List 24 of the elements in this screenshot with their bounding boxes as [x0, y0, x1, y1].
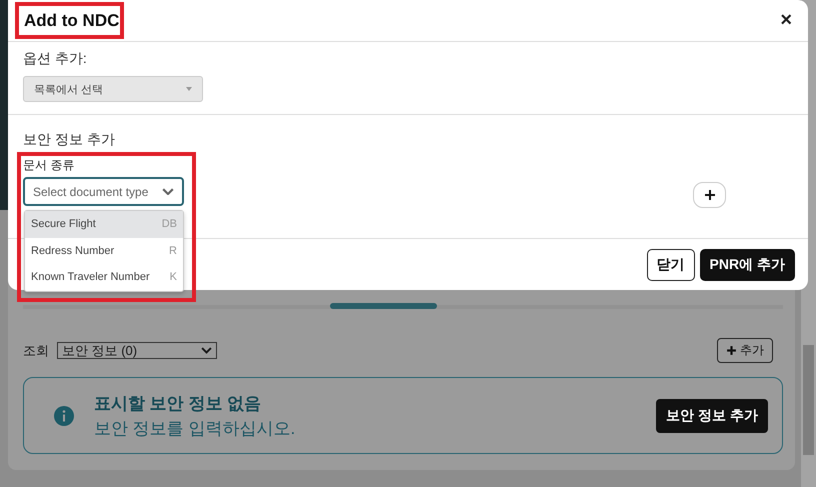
options-label: 옵션 추가: [23, 50, 88, 68]
info-icon [54, 406, 74, 426]
plus-icon [704, 190, 714, 200]
view-label: 조회 [23, 342, 49, 360]
dropdown-option[interactable]: Redress Number R [25, 238, 183, 264]
add-button[interactable]: 추가 [717, 338, 773, 363]
dropdown-option[interactable]: Known Traveler Number K [25, 264, 183, 290]
add-to-pnr-button[interactable]: PNR에 추가 [700, 248, 795, 280]
document-type-select[interactable]: Select document type [23, 177, 184, 206]
chevron-icon [201, 347, 212, 354]
add-row-button[interactable] [693, 182, 726, 208]
add-security-info-button[interactable]: 보안 정보 추가 [656, 398, 768, 432]
close-dialog-button[interactable]: 닫기 [646, 248, 695, 280]
empty-state-title: 표시할 보안 정보 없음 [94, 392, 262, 414]
options-select[interactable]: 목록에서 선택 [23, 76, 203, 102]
section-heading: 보안 정보 추가 [23, 131, 116, 149]
view-select[interactable]: 보안 정보 (0) [57, 342, 217, 359]
dropdown-option[interactable]: Secure Flight DB [25, 211, 183, 238]
close-button[interactable]: × [780, 9, 792, 32]
document-type-label: 문서 종류 [23, 157, 76, 174]
dialog-title: Add to NDC [24, 10, 120, 30]
plus-icon [726, 345, 737, 356]
empty-state-message: 보안 정보를 입력하십시오. [94, 418, 296, 440]
chevron-icon [162, 188, 174, 196]
